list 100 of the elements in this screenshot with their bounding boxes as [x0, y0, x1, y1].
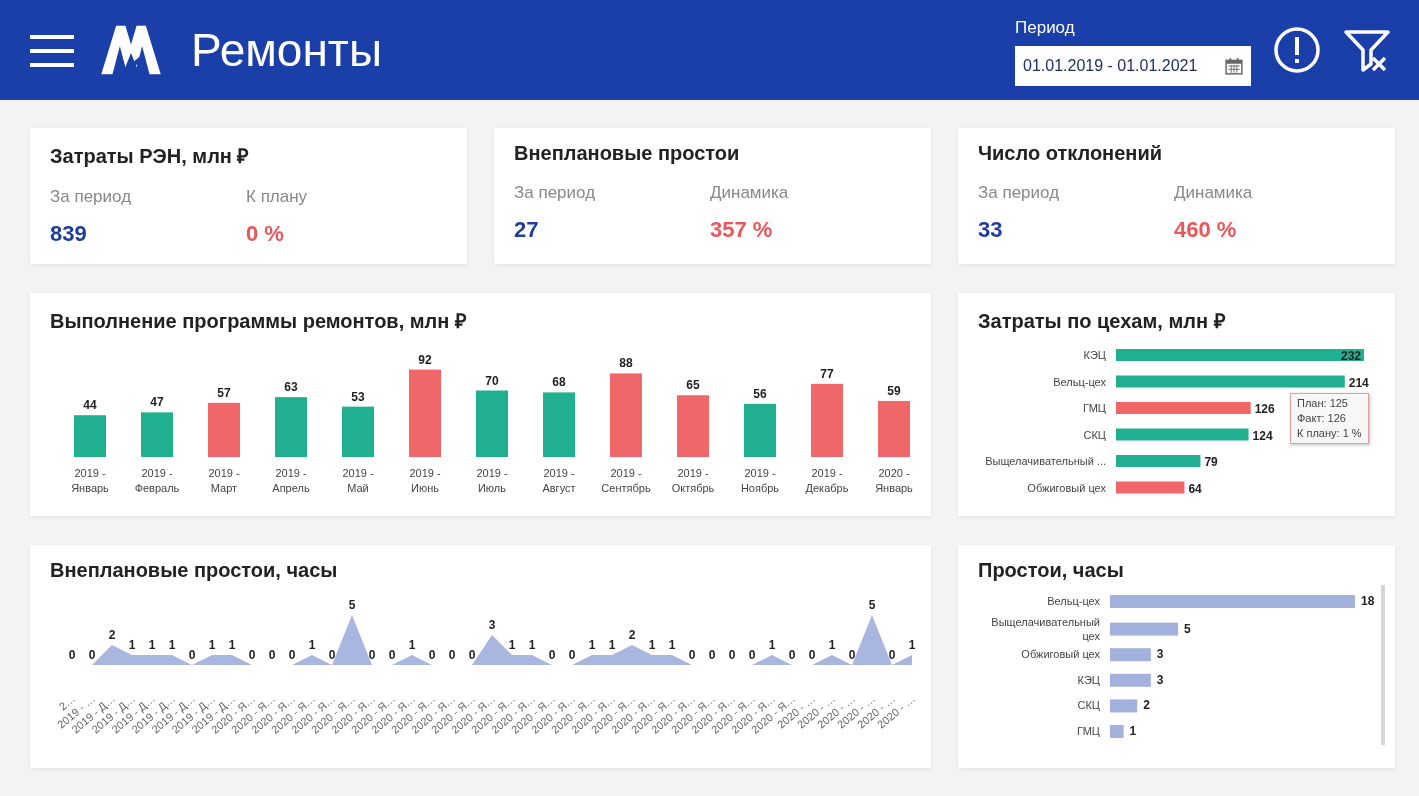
bar	[1110, 699, 1138, 713]
data-label: 1	[908, 638, 916, 652]
data-label: 3	[1156, 647, 1164, 662]
data-label: 214	[1348, 375, 1369, 390]
axis-label: 2019 - Май	[342, 467, 374, 494]
data-label: 47	[150, 395, 164, 410]
data-label: 0	[808, 648, 816, 662]
data-label: 0	[448, 648, 456, 662]
data-label: 1	[768, 638, 776, 652]
data-label: 0	[708, 648, 716, 662]
data-label: 1	[308, 638, 316, 652]
data-label: 2	[628, 628, 636, 642]
axis-label: 2019 - Март	[208, 467, 240, 494]
tooltip-line: План: 125	[1297, 396, 1349, 411]
data-label: 77	[820, 366, 834, 381]
data-label: 124	[1252, 428, 1273, 443]
card-title: Число отклонений	[978, 142, 1163, 165]
axis-label: 2019 - Сентябрь	[601, 467, 651, 494]
axis-label: 2019 - Декабрь	[805, 467, 849, 494]
data-label: 5	[348, 598, 356, 612]
kpi-label: За период	[514, 183, 597, 203]
bar	[1110, 622, 1179, 636]
card-title: Внеплановые простои, часы	[50, 559, 339, 582]
data-label: 0	[468, 648, 476, 662]
axis-label: ГМЦ	[1077, 725, 1100, 737]
data-label: 59	[887, 383, 901, 398]
kpi-value: 0 %	[246, 221, 285, 247]
card-title: Внеплановые простои	[514, 142, 741, 165]
axis-label: 2019 - Июль	[476, 467, 508, 494]
data-label: 88	[619, 356, 633, 371]
axis-label: КЭЦ	[1077, 673, 1100, 686]
data-label: 0	[368, 648, 376, 662]
axis-label: ГМЦ	[1083, 402, 1106, 414]
bar	[275, 397, 307, 457]
kpi-label: К плану	[246, 187, 309, 207]
tooltip-line: Факт: 126	[1297, 411, 1347, 426]
data-label: 2	[108, 628, 116, 642]
data-label: 0	[188, 648, 196, 662]
data-label: 1	[128, 638, 136, 652]
tooltip-line: К плану: 1 %	[1297, 426, 1362, 441]
data-label: 0	[848, 648, 856, 662]
data-label: 1	[828, 638, 836, 652]
axis-label: 2019 - Ноябрь	[740, 467, 780, 494]
bar	[476, 390, 508, 457]
axis-label: Вельц-цех	[1047, 595, 1100, 607]
data-label: 0	[568, 648, 576, 662]
date-range-field[interactable]: 01.01.2019 - 01.01.2021	[1015, 46, 1251, 86]
kpi-value: 33	[978, 217, 1004, 243]
data-label: 68	[552, 375, 566, 390]
data-label: 126	[1254, 402, 1275, 416]
data-label: 0	[288, 648, 296, 662]
data-label: 1	[1129, 724, 1137, 738]
axis-label: СКЦ	[1077, 699, 1100, 712]
data-label: 57	[217, 385, 231, 400]
data-label: 0	[328, 648, 336, 662]
data-label: 64	[1188, 481, 1202, 496]
scrollbar[interactable]	[1381, 585, 1385, 745]
data-label: 0	[688, 648, 696, 662]
data-label: 5	[1184, 621, 1191, 636]
bar	[1110, 648, 1151, 662]
data-label: 1	[648, 638, 656, 652]
bar	[1116, 481, 1185, 494]
axis-label: Выщелачивательный ...	[985, 455, 1106, 467]
axis-label: КЭЦ	[1083, 349, 1106, 361]
data-label: 79	[1204, 455, 1218, 469]
axis-label: 2019 - Июнь	[409, 467, 441, 494]
data-label: 3	[488, 618, 496, 632]
kpi-value: 460 %	[1174, 217, 1238, 243]
bar	[878, 400, 910, 457]
card-title: Затраты по цехам, млн ₽	[978, 309, 1227, 334]
data-label: 70	[485, 373, 499, 388]
bar	[677, 395, 709, 457]
data-label: 0	[788, 648, 796, 662]
axis-label: 2019 - Февраль	[134, 467, 180, 494]
data-label: 0	[888, 648, 896, 662]
axis-label: Обжиговый цех	[1027, 481, 1106, 494]
axis-label: 2019 - Август	[542, 467, 576, 494]
data-label: 0	[68, 648, 76, 662]
data-label: 0	[388, 648, 396, 662]
menu-icon[interactable]	[30, 33, 74, 69]
data-label: 1	[508, 638, 516, 652]
card-title: Простои, часы	[978, 559, 1125, 582]
data-label: 5	[868, 598, 876, 612]
bar	[208, 402, 240, 457]
data-label: 0	[748, 648, 756, 662]
data-label: 92	[418, 352, 432, 367]
data-label: 1	[408, 638, 416, 652]
card-title: Затраты РЭН, млн ₽	[50, 144, 251, 169]
axis-label: 2019 - Октябрь	[671, 467, 715, 494]
calendar-icon[interactable]	[1225, 57, 1243, 75]
data-label: 1	[668, 638, 676, 652]
axis-label: 2020 - Январь	[875, 467, 913, 494]
bar	[543, 392, 575, 457]
bar	[74, 415, 106, 457]
kpi-label: За период	[50, 187, 133, 207]
axis-label: 2019 - Апрель	[272, 467, 310, 494]
axis-label: Вельц-цех	[1053, 375, 1106, 388]
alert-icon[interactable]	[1273, 26, 1321, 74]
data-label: 3	[1156, 672, 1164, 687]
data-label: 18	[1361, 594, 1375, 608]
